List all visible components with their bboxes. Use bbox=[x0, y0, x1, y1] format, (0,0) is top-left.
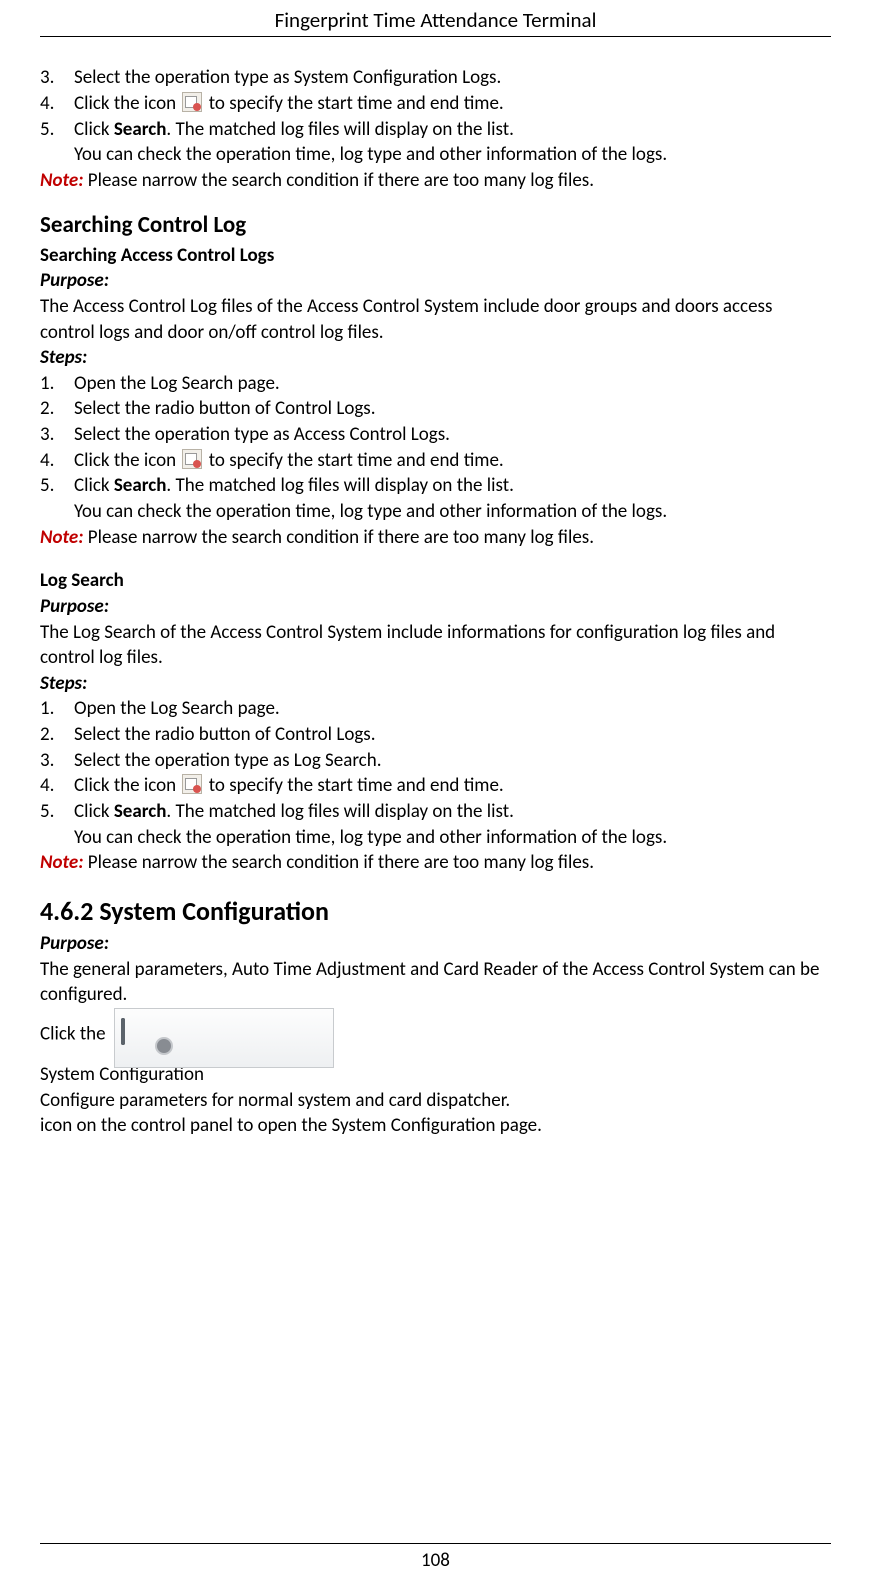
gear-icon bbox=[157, 1039, 171, 1053]
tile-description: Configure parameters for normal system a… bbox=[40, 1088, 831, 1114]
note-label: Note: bbox=[40, 526, 83, 549]
step-text: Click the icon to specify the start time… bbox=[74, 773, 831, 799]
step-text-part: . The matched log files will display on … bbox=[166, 800, 514, 823]
step-text: Open the Log Search page. bbox=[74, 696, 831, 722]
purpose-text: The Access Control Log files of the Acce… bbox=[40, 294, 831, 345]
step-text-part: Click bbox=[74, 800, 114, 823]
step-number: 1. bbox=[40, 696, 74, 722]
step-number: 3. bbox=[40, 65, 74, 91]
note-text: Please narrow the search condition if th… bbox=[83, 526, 594, 549]
step-text: Click the icon to specify the start time… bbox=[74, 448, 831, 474]
chapter-heading: 4.6.2 System Configuration bbox=[40, 894, 831, 929]
step-item: 5. Click Search. The matched log files w… bbox=[40, 117, 831, 168]
footer-rule bbox=[40, 1543, 831, 1544]
step-text: Open the Log Search page. bbox=[74, 371, 831, 397]
step-text-part: to specify the start time and end time. bbox=[209, 92, 504, 115]
step-number: 5. bbox=[40, 117, 74, 143]
note-text: Please narrow the search condition if th… bbox=[83, 851, 594, 874]
note-line: Note: Please narrow the search condition… bbox=[40, 525, 831, 551]
step-item: 4. Click the icon to specify the start t… bbox=[40, 773, 831, 799]
step-text: Click Search. The matched log files will… bbox=[74, 799, 831, 850]
step-item: 4. Click the icon to specify the start t… bbox=[40, 91, 831, 117]
steps-label: Steps: bbox=[40, 345, 831, 371]
step-number: 1. bbox=[40, 371, 74, 397]
step-item: 2. Select the radio button of Control Lo… bbox=[40, 396, 831, 422]
step-item: 3. Select the operation type as Access C… bbox=[40, 422, 831, 448]
step-number: 3. bbox=[40, 422, 74, 448]
section-subheading: Searching Access Control Logs bbox=[40, 243, 831, 269]
page-footer: 108 bbox=[40, 1543, 831, 1574]
step-text: Select the radio button of Control Logs. bbox=[74, 396, 831, 422]
datetime-picker-icon bbox=[182, 92, 202, 112]
step-list: 1. Open the Log Search page. 2. Select t… bbox=[40, 371, 831, 525]
steps-label: Steps: bbox=[40, 671, 831, 697]
step-number: 3. bbox=[40, 748, 74, 774]
step-text-part: You can check the operation time, log ty… bbox=[74, 500, 667, 523]
section-heading: Searching Control Log bbox=[40, 210, 831, 241]
chapter-number: 4.6.2 bbox=[40, 895, 99, 927]
step-number: 4. bbox=[40, 448, 74, 474]
chapter-title: System Configuration bbox=[99, 895, 329, 927]
step-item: 5. Click Search. The matched log files w… bbox=[40, 799, 831, 850]
note-text: Please narrow the search condition if th… bbox=[83, 169, 594, 192]
step-text: Select the radio button of Control Logs. bbox=[74, 722, 831, 748]
step-text-part: Click the icon bbox=[74, 774, 176, 797]
step-text-part: Click bbox=[74, 118, 114, 141]
purpose-label: Purpose: bbox=[40, 594, 831, 620]
purpose-text: The Log Search of the Access Control Sys… bbox=[40, 620, 831, 671]
sysconfig-instruction: Click the bbox=[40, 1008, 831, 1062]
step-item: 3. Select the operation type as Log Sear… bbox=[40, 748, 831, 774]
step-text: Click the icon to specify the start time… bbox=[74, 91, 831, 117]
step-number: 5. bbox=[40, 799, 74, 825]
step-list: 1. Open the Log Search page. 2. Select t… bbox=[40, 696, 831, 850]
step-number: 4. bbox=[40, 773, 74, 799]
step-text-bold: Search bbox=[114, 474, 167, 497]
note-label: Note: bbox=[40, 851, 83, 874]
step-text-part: You can check the operation time, log ty… bbox=[74, 826, 667, 849]
step-text-part: Click bbox=[74, 474, 114, 497]
step-text: Click Search. The matched log files will… bbox=[74, 117, 831, 168]
step-text-part: . The matched log files will display on … bbox=[166, 118, 514, 141]
step-item: 3. Select the operation type as System C… bbox=[40, 65, 831, 91]
purpose-label: Purpose: bbox=[40, 268, 831, 294]
step-text-part: . The matched log files will display on … bbox=[166, 474, 514, 497]
step-text-part: Click the icon bbox=[74, 92, 176, 115]
page-header-title: Fingerprint Time Attendance Terminal bbox=[40, 0, 831, 36]
note-line: Note: Please narrow the search condition… bbox=[40, 168, 831, 194]
step-text: Select the operation type as Access Cont… bbox=[74, 422, 831, 448]
note-line: Note: Please narrow the search condition… bbox=[40, 850, 831, 876]
purpose-label: Purpose: bbox=[40, 931, 831, 957]
step-item: 2. Select the radio button of Control Lo… bbox=[40, 722, 831, 748]
step-number: 4. bbox=[40, 91, 74, 117]
step-number: 2. bbox=[40, 722, 74, 748]
step-item: 4. Click the icon to specify the start t… bbox=[40, 448, 831, 474]
step-text-part: Click the icon bbox=[74, 449, 176, 472]
step-number: 5. bbox=[40, 473, 74, 499]
instruction-text-part: Click the bbox=[40, 1023, 110, 1046]
step-item: 1. Open the Log Search page. bbox=[40, 371, 831, 397]
step-text-part: to specify the start time and end time. bbox=[209, 774, 504, 797]
note-label: Note: bbox=[40, 169, 83, 192]
monitor-icon bbox=[121, 1019, 167, 1059]
section-heading: Log Search bbox=[40, 568, 831, 594]
step-text: Select the operation type as Log Search. bbox=[74, 748, 831, 774]
step-text-part: to specify the start time and end time. bbox=[209, 449, 504, 472]
step-item: 5. Click Search. The matched log files w… bbox=[40, 473, 831, 524]
system-configuration-tile-icon bbox=[114, 1008, 334, 1068]
step-number: 2. bbox=[40, 396, 74, 422]
header-rule bbox=[40, 36, 831, 37]
step-item: 1. Open the Log Search page. bbox=[40, 696, 831, 722]
step-text: Click Search. The matched log files will… bbox=[74, 473, 831, 524]
page-number: 108 bbox=[40, 1548, 831, 1574]
step-text-bold: Search bbox=[114, 800, 167, 823]
step-text-part: You can check the operation time, log ty… bbox=[74, 143, 667, 166]
datetime-picker-icon bbox=[182, 774, 202, 794]
step-list-continued: 3. Select the operation type as System C… bbox=[40, 65, 831, 168]
step-text: Select the operation type as System Conf… bbox=[74, 65, 831, 91]
purpose-text: The general parameters, Auto Time Adjust… bbox=[40, 957, 831, 1008]
instruction-text-part: icon on the control panel to open the Sy… bbox=[40, 1114, 542, 1137]
step-text-bold: Search bbox=[114, 118, 167, 141]
datetime-picker-icon bbox=[182, 449, 202, 469]
